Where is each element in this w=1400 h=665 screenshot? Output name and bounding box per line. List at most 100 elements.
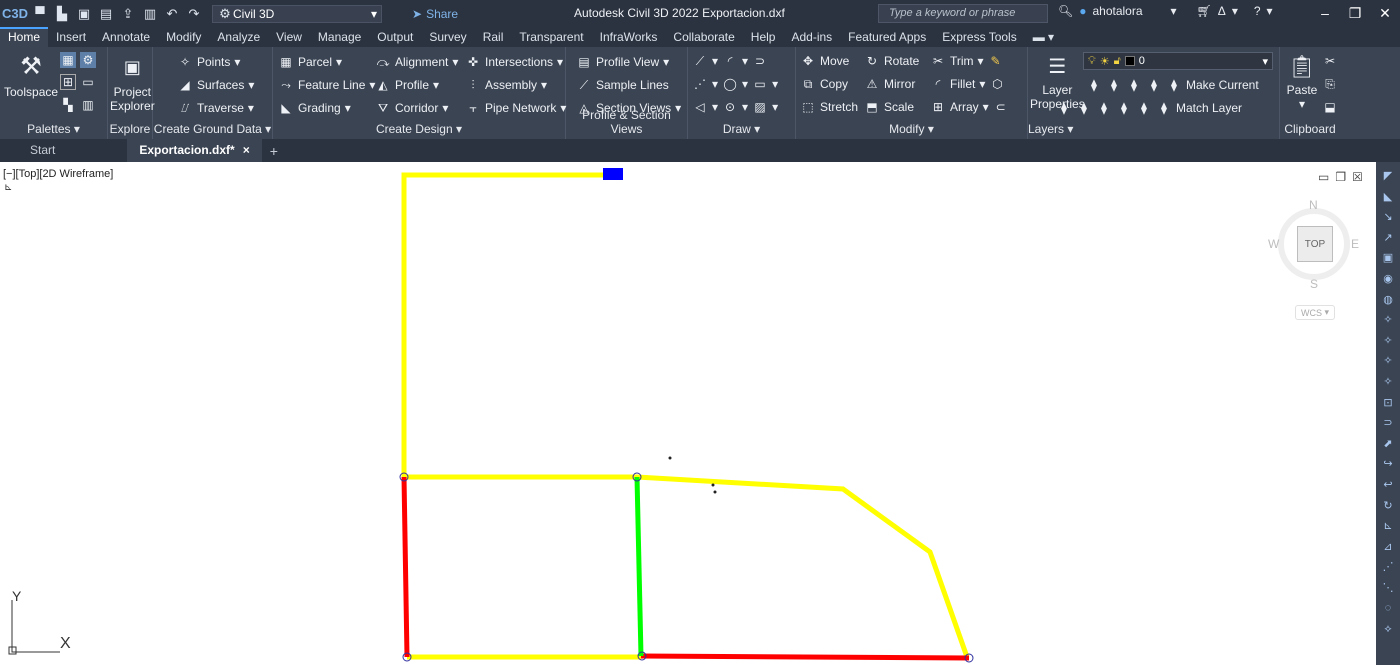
new-tab-button[interactable]: + [262, 143, 286, 159]
tool-icon[interactable]: ✧ [1380, 353, 1396, 371]
workspace-select[interactable]: ⚙ Civil 3D ▾ [212, 4, 382, 23]
compass-west[interactable]: W [1268, 237, 1279, 251]
ribbon-minimize-toggle[interactable]: ▬ ▾ [1025, 27, 1062, 47]
tool-icon[interactable]: ↩ [1380, 477, 1396, 495]
tool-icon[interactable]: ◤ [1380, 168, 1396, 186]
tab-exportacion[interactable]: Exportacion.dxf* × [127, 139, 262, 162]
rotate-button[interactable]: ↻ Rotate [864, 53, 919, 69]
draw-panel-title[interactable]: Draw ▾ [688, 122, 795, 136]
project-explorer-button[interactable]: ▣ Project Explorer [110, 51, 155, 113]
save-as-icon[interactable]: ▤ [98, 6, 114, 22]
close-icon[interactable]: ✕ [1370, 0, 1400, 27]
tab-analyze[interactable]: Analyze [209, 27, 268, 47]
move-button[interactable]: ✥ Move [800, 53, 849, 69]
tool-icon[interactable]: ↻ [1380, 498, 1396, 516]
chevron-down-icon[interactable]: ▾ [1232, 4, 1238, 18]
tab-featured-apps[interactable]: Featured Apps [840, 27, 934, 47]
search-input[interactable]: Type a keyword or phrase [878, 4, 1048, 23]
properties-icon[interactable]: ▚ ▥ [60, 97, 96, 113]
help-icon[interactable]: ? [1254, 4, 1261, 18]
tab-help[interactable]: Help [743, 27, 784, 47]
tool-icon[interactable]: ✧ [1380, 312, 1396, 330]
tab-modify[interactable]: Modify [158, 27, 209, 47]
pipe-network-button[interactable]: ⫟ Pipe Network ▾ [465, 100, 566, 116]
parcel-button[interactable]: ▦ Parcel ▾ [278, 54, 342, 70]
viewport-close-icon[interactable]: ☒ [1352, 170, 1363, 184]
tool-icon[interactable]: ⊿ [1380, 539, 1396, 557]
tool-icon[interactable]: ↗ [1380, 230, 1396, 248]
tab-survey[interactable]: Survey [421, 27, 474, 47]
compass-east[interactable]: E [1351, 237, 1359, 251]
intersections-button[interactable]: ✜ Intersections ▾ [465, 54, 563, 70]
minimize-icon[interactable]: – [1310, 0, 1340, 27]
create-ground-data-panel-title[interactable]: Create Ground Data ▾ [153, 122, 272, 136]
make-current-button[interactable]: ⧫ ⧫ ⧫ ⧫ ⧫ Make Current [1086, 77, 1259, 93]
paste-button[interactable]: 📋︎ Paste ▾ [1286, 51, 1318, 112]
tool-icon[interactable]: ✧ [1380, 333, 1396, 351]
yellow-polyline-top[interactable] [401, 172, 970, 658]
new-icon[interactable]: ▀ [32, 6, 48, 22]
surfaces-button[interactable]: ◢ Surfaces ▾ [177, 77, 254, 93]
red-polyline-left[interactable] [401, 476, 410, 658]
hatch-tool[interactable]: ◁ ▾ ⊙ ▾ ▨ ▾ [692, 99, 778, 115]
tool-icon[interactable]: ✧ [1380, 374, 1396, 392]
tab-add-ins[interactable]: Add-ins [783, 27, 840, 47]
scale-button[interactable]: ⬒ Scale [864, 99, 914, 115]
circle-tool[interactable]: ⋰ ▾ ◯ ▾ ▭ ▾ [692, 76, 778, 92]
tab-home[interactable]: Home [0, 27, 49, 47]
profile-view-button[interactable]: ▤ Profile View ▾ [576, 54, 669, 70]
trim-button[interactable]: ✂ Trim ▾ ✎ [930, 53, 1004, 69]
tool-icon[interactable]: ⊃ [1380, 415, 1396, 433]
copy-clip-icon[interactable]: ⎘ [1322, 76, 1338, 92]
tool-icon[interactable]: ↘ [1380, 209, 1396, 227]
fillet-button[interactable]: ◜ Fillet ▾ ⬡ [930, 76, 1005, 92]
sample-lines-button[interactable]: ⟋ Sample Lines [576, 77, 669, 93]
tool-icon[interactable]: ◣ [1380, 189, 1396, 207]
tool-icon[interactable]: ◉ [1380, 271, 1396, 289]
profile-button[interactable]: ◭ Profile ▾ [375, 77, 439, 93]
assembly-button[interactable]: ⫶ Assembly ▾ [465, 77, 547, 93]
layer-dropdown[interactable]: 💡︎ ☀ 🔓︎ 0 ▾ [1083, 52, 1273, 70]
tab-manage[interactable]: Manage [310, 27, 369, 47]
tab-start[interactable]: Start [0, 139, 67, 162]
plot-icon[interactable]: ▥ [142, 6, 158, 22]
undo-icon[interactable]: ↶ [164, 6, 180, 22]
tool-icon[interactable]: ⊡ [1380, 395, 1396, 413]
line-tool[interactable]: ⟋ ▾ ◜ ▾ ⊃ [692, 53, 768, 69]
tool-icon[interactable]: ⋰ [1380, 559, 1396, 577]
tool-icon[interactable]: ⬈ [1380, 436, 1396, 454]
autodesk-app-icon[interactable]: Δ [1218, 4, 1226, 18]
cut-icon[interactable]: ✂ [1322, 53, 1338, 69]
tool-icon[interactable]: ⋱ [1380, 580, 1396, 598]
restore-icon[interactable]: ❐ [1340, 0, 1370, 27]
user-icon[interactable]: ● [1079, 4, 1086, 18]
tool-icon[interactable]: ⟡ [1380, 621, 1396, 639]
alignment-button[interactable]: ⤼ Alignment ▾ [375, 54, 459, 70]
red-polyline-bottom[interactable] [640, 653, 970, 661]
viewport-restore-icon[interactable]: ❐ [1335, 170, 1346, 184]
search-icon[interactable]: 🔍︎ [1058, 4, 1073, 18]
tab-view[interactable]: View [268, 27, 310, 47]
point-marker[interactable] [711, 483, 715, 487]
copy-button[interactable]: ⧉ Copy [800, 76, 848, 92]
tool-icon[interactable]: ↪ [1380, 456, 1396, 474]
save-to-web-icon[interactable]: ⇪ [120, 6, 136, 22]
tab-output[interactable]: Output [369, 27, 421, 47]
viewcube-top-face[interactable]: TOP [1297, 226, 1333, 262]
globe-icon[interactable]: ◍ [1380, 292, 1396, 310]
stretch-button[interactable]: ⬚ Stretch [800, 99, 858, 115]
close-tab-icon[interactable]: × [243, 139, 250, 162]
drawing-canvas[interactable]: X Y [0, 162, 1376, 665]
save-icon[interactable]: ▣ [76, 6, 92, 22]
match-layer-button[interactable]: ⧫ ⧫ ⧫ ⧫ ⧫ ⧫ Match Layer [1056, 100, 1242, 116]
toolspace-button[interactable]: ⚒ Toolspace [4, 51, 58, 100]
redo-icon[interactable]: ↷ [186, 6, 202, 22]
modify-panel-title[interactable]: Modify ▾ [796, 122, 1027, 136]
tab-annotate[interactable]: Annotate [94, 27, 158, 47]
user-name[interactable]: ahotalora [1092, 4, 1142, 18]
green-polyline[interactable] [634, 476, 644, 657]
point-marker[interactable] [713, 490, 717, 494]
tool-icon[interactable]: ◌ [1380, 600, 1396, 618]
cart-icon[interactable]: 🛒︎ [1197, 4, 1212, 18]
tab-transparent[interactable]: Transparent [511, 27, 591, 47]
